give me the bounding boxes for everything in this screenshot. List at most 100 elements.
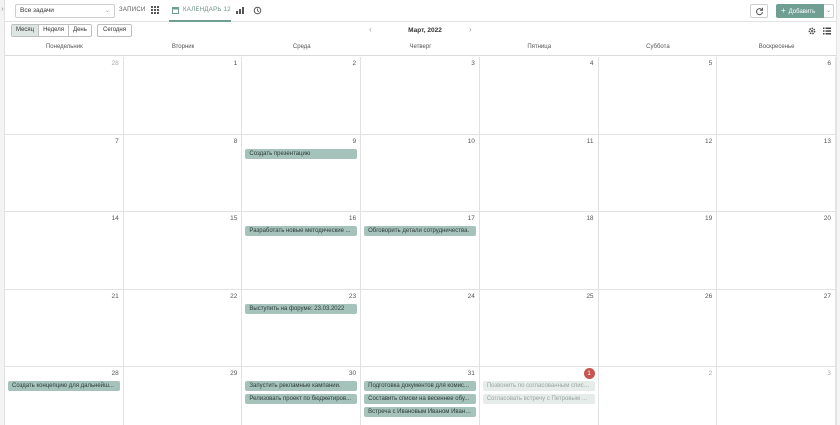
day-number: 30: [348, 370, 357, 377]
gear-icon[interactable]: [808, 27, 816, 35]
day-cell[interactable]: 3: [717, 367, 836, 425]
day-number: 25: [586, 292, 594, 300]
day-cell[interactable]: 23 Выступить на форуме: 23.03.2022: [242, 289, 362, 367]
weekday-label: Четверг: [409, 44, 432, 50]
day-cell[interactable]: 20: [717, 212, 836, 290]
chart-icon[interactable]: [236, 7, 244, 14]
day-cell[interactable]: 10: [361, 134, 480, 212]
day-cell[interactable]: 17 Обговорить детали сотрудничества.: [361, 212, 480, 290]
day-cell[interactable]: 15: [123, 212, 243, 290]
weekday-label: Среда: [292, 44, 311, 50]
tab-calendar[interactable]: КАЛЕНДАРЬ 12: [169, 0, 231, 22]
day-cell[interactable]: 31 Подготовка документов для комис... Сост…: [361, 367, 480, 425]
day-number: 3: [827, 370, 831, 377]
right-scrollbar[interactable]: [836, 0, 840, 425]
day-cell[interactable]: 13: [717, 134, 836, 212]
day-number: 2: [708, 370, 713, 377]
day-number: 2: [352, 60, 357, 67]
day-cell[interactable]: 2: [599, 367, 718, 425]
day-number: 5: [708, 60, 713, 67]
kanban-grid-icon[interactable]: [151, 6, 159, 14]
day-cell[interactable]: 3: [361, 57, 480, 135]
refresh-button[interactable]: [750, 4, 768, 18]
day-cell[interactable]: 16 Разработать новые методические ...: [242, 212, 362, 290]
weekday-label: Понедельник: [45, 44, 83, 50]
task-filter-value: Все задачи: [20, 7, 54, 14]
day-cell[interactable]: 1: [123, 57, 243, 135]
day-number: 3: [471, 60, 475, 67]
add-button[interactable]: + Добавить: [776, 4, 824, 18]
list-view-icon[interactable]: [823, 27, 831, 35]
calendar-event[interactable]: Подготовка документов для комис...: [364, 381, 476, 391]
view-month-button[interactable]: Месяц: [12, 25, 40, 36]
day-cell[interactable]: 5: [598, 57, 718, 135]
day-number: 15: [230, 215, 238, 222]
day-number: 13: [823, 137, 831, 145]
day-cell[interactable]: 27: [717, 289, 836, 367]
day-number: 10: [467, 137, 475, 145]
day-cell[interactable]: 25: [479, 289, 599, 367]
day-cell[interactable]: 21: [5, 289, 124, 367]
chevron-right-icon[interactable]: ›: [469, 25, 472, 34]
calendar-event[interactable]: Релизовать проект по бюджетиров...: [245, 394, 358, 404]
day-cell[interactable]: 24: [361, 289, 480, 367]
day-number: 14: [111, 215, 119, 222]
day-number: 11: [586, 137, 594, 145]
calendar-event[interactable]: Создать концепцию для дальнейш...: [8, 381, 120, 391]
calendar-event[interactable]: Составить списки на весеннее обу...: [364, 394, 476, 404]
day-number: 6: [827, 60, 831, 67]
day-cell[interactable]: 6: [717, 57, 836, 135]
day-number: 28: [111, 60, 119, 67]
day-cell[interactable]: 9 Создать презентацию: [242, 134, 362, 212]
calendar-event[interactable]: Обговорить детали сотрудничества.: [364, 226, 476, 236]
day-number: 29: [230, 370, 238, 377]
day-cell[interactable]: 19: [598, 212, 718, 290]
day-cell[interactable]: 4: [479, 57, 599, 135]
day-cell[interactable]: 18: [479, 212, 599, 290]
day-cell[interactable]: 11: [479, 134, 599, 212]
view-day-button[interactable]: День: [69, 25, 91, 36]
day-number: 27: [823, 292, 831, 300]
day-number: 8: [233, 137, 238, 145]
day-cell[interactable]: 14: [5, 212, 124, 290]
calendar-event[interactable]: Позвонить по согласованным списк...: [482, 381, 595, 391]
add-dropdown-button[interactable]: ⌄: [824, 4, 834, 18]
day-cell[interactable]: 29: [124, 367, 243, 425]
day-number: 20: [823, 215, 831, 222]
calendar-event[interactable]: Запустить рекламные кампании.: [245, 381, 358, 391]
day-number: 12: [705, 137, 713, 145]
day-number: 31: [467, 370, 475, 377]
task-filter-select[interactable]: Все задачи ⌄: [15, 4, 115, 18]
day-cell[interactable]: 30 Запустить рекламные кампании. Релизоват…: [242, 367, 362, 425]
day-number: 1: [233, 60, 238, 67]
add-button-label: Добавить: [788, 9, 816, 15]
day-cell[interactable]: 1 Позвонить по согласованным списк... Согл…: [480, 367, 599, 425]
today-button[interactable]: Сегодня: [97, 24, 132, 37]
day-cell[interactable]: 22: [123, 289, 243, 367]
day-cell[interactable]: 28: [5, 57, 124, 135]
day-number: 21: [111, 292, 119, 300]
day-cell[interactable]: 12: [598, 134, 718, 212]
day-cell[interactable]: 26: [598, 289, 718, 367]
day-cell[interactable]: 2: [242, 57, 362, 135]
weekday-label: Суббота: [646, 44, 670, 50]
day-cell[interactable]: 8: [123, 134, 243, 212]
history-icon[interactable]: [253, 6, 262, 15]
day-cell[interactable]: 7: [5, 134, 124, 212]
view-week-button[interactable]: Неделя: [39, 25, 70, 36]
calendar-event[interactable]: Встреча с Ивановым Иваном Ивано...: [364, 407, 476, 417]
tab-records[interactable]: ЗАПИСИ: [119, 7, 146, 13]
calendar-grid: 28 1 2 3 4 5 6 7 8 9 Создать презентацию 10 11 12 13 14…: [5, 57, 836, 425]
weekday-header: Понедельник Вторник Среда Четверг Пятница Суб…: [5, 40, 836, 56]
calendar-event[interactable]: Создать презентацию: [245, 148, 358, 159]
day-cell[interactable]: 28 Создать концепцию для дальнейш...: [5, 367, 124, 425]
refresh-icon: [756, 7, 763, 16]
calendar-event[interactable]: Разработать новые методические ...: [245, 226, 358, 236]
calendar-event[interactable]: Выступить на форуме: 23.03.2022: [245, 303, 358, 314]
day-number: 17: [467, 215, 475, 222]
calendar-event[interactable]: Согласовать встречу с Петровым А...: [482, 394, 595, 404]
top-toolbar: Все задачи ⌄ ЗАПИСИ КАЛЕНДАРЬ 12 + Добави…: [5, 0, 836, 22]
day-number: 4: [589, 60, 594, 67]
chevron-left-icon[interactable]: ‹: [369, 25, 372, 34]
day-number: 23: [348, 292, 357, 300]
